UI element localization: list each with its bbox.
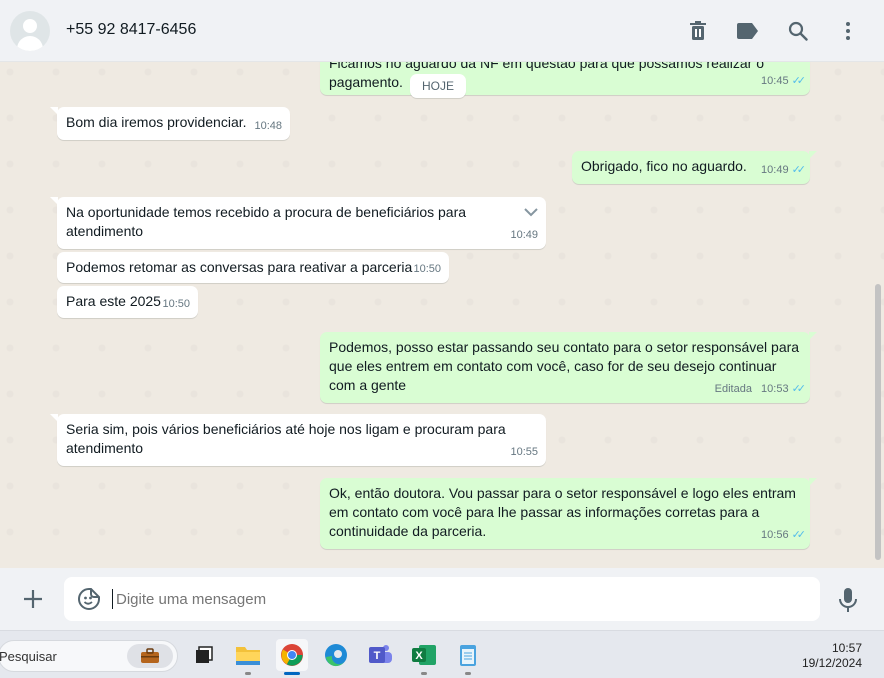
clock-time: 10:57 (831, 641, 862, 655)
message-text: pagamento. (329, 74, 403, 90)
read-ticks-icon: ✓✓ (791, 164, 807, 176)
system-clock[interactable]: 10:57 19/12/2024 (802, 641, 862, 671)
edited-label: Editada (714, 383, 752, 395)
message-out[interactable]: Ok, então doutora. Vou passar para o set… (320, 478, 817, 549)
message-text: Obrigado, fico no aguardo. (581, 158, 747, 174)
chevron-down-icon[interactable] (524, 203, 538, 222)
briefcase-icon (127, 644, 173, 668)
message-text: Na oportunidade temos recebido a procura… (66, 204, 467, 239)
message-time: 10:56 (761, 529, 789, 541)
contact-name[interactable]: +55 92 8417-6456 (66, 21, 196, 39)
task-view-icon[interactable] (188, 639, 220, 671)
message-time: 10:49 (510, 229, 538, 241)
message-in[interactable]: Bom dia iremos providenciar. 10:48 (50, 107, 290, 140)
taskbar-search-label: Pesquisar (0, 649, 57, 664)
message-text: Seria sim, pois vários beneficiários até… (66, 421, 506, 456)
taskbar-search[interactable]: Pesquisar (0, 640, 178, 672)
message-out[interactable]: Podemos, posso estar passando seu contat… (320, 332, 817, 403)
date-divider: HOJE (410, 74, 467, 98)
message-text: Bom dia iremos providenciar. (66, 114, 247, 130)
teams-icon[interactable]: T (364, 639, 396, 671)
svg-text:X: X (415, 650, 423, 662)
label-icon[interactable] (733, 16, 763, 46)
contact-avatar[interactable] (10, 11, 50, 51)
excel-icon[interactable]: X (408, 639, 440, 675)
read-ticks-icon: ✓✓ (791, 75, 807, 87)
message-in[interactable]: Podemos retomar as conversas para reativ… (57, 252, 449, 283)
search-icon[interactable] (783, 16, 813, 46)
message-out-partial[interactable]: Ficamos no aguardo da NF em questão para… (320, 62, 810, 95)
read-ticks-icon: ✓✓ (791, 529, 807, 541)
message-in[interactable]: Seria sim, pois vários beneficiários até… (50, 414, 546, 466)
clock-date: 19/12/2024 (801, 656, 862, 670)
attach-plus-icon[interactable] (20, 586, 46, 612)
message-time: 10:45 (761, 75, 789, 87)
file-explorer-icon[interactable] (232, 639, 264, 675)
chat-header: +55 92 8417-6456 (0, 0, 884, 62)
message-text: Para este 2025 (66, 293, 161, 309)
notepad-icon[interactable] (452, 639, 484, 675)
message-time: 10:49 (761, 164, 789, 176)
message-text-top: Ficamos no aguardo da NF em questão para… (329, 62, 765, 71)
microphone-icon[interactable] (837, 587, 859, 613)
delete-icon[interactable] (683, 16, 713, 46)
message-time: 10:50 (162, 298, 190, 310)
message-input[interactable] (112, 589, 802, 609)
sticker-icon[interactable] (78, 588, 100, 610)
message-time: 10:55 (510, 446, 538, 458)
message-time: 10:48 (254, 120, 282, 132)
message-time: 10:50 (413, 263, 441, 275)
menu-icon[interactable] (833, 16, 863, 46)
read-ticks-icon: ✓✓ (791, 383, 807, 395)
chat-scrollbar[interactable] (875, 284, 881, 560)
edge-icon[interactable] (320, 639, 352, 671)
message-in[interactable]: Para este 2025 10:50 (57, 286, 198, 318)
message-in[interactable]: Na oportunidade temos recebido a procura… (50, 197, 546, 249)
compose-bar (0, 568, 884, 630)
message-time: 10:53 (761, 383, 789, 395)
message-out[interactable]: Obrigado, fico no aguardo. 10:49 ✓✓ (572, 151, 817, 184)
message-text: Ok, então doutora. Vou passar para o set… (329, 485, 796, 539)
svg-text:T: T (374, 650, 381, 662)
chat-area[interactable]: Ficamos no aguardo da NF em questão para… (0, 62, 884, 568)
message-input-box[interactable] (64, 577, 820, 621)
chrome-icon[interactable] (276, 639, 308, 675)
windows-taskbar: Pesquisar T X 10:57 19/12/2024 (0, 630, 884, 678)
message-text: Podemos retomar as conversas para reativ… (66, 259, 413, 275)
